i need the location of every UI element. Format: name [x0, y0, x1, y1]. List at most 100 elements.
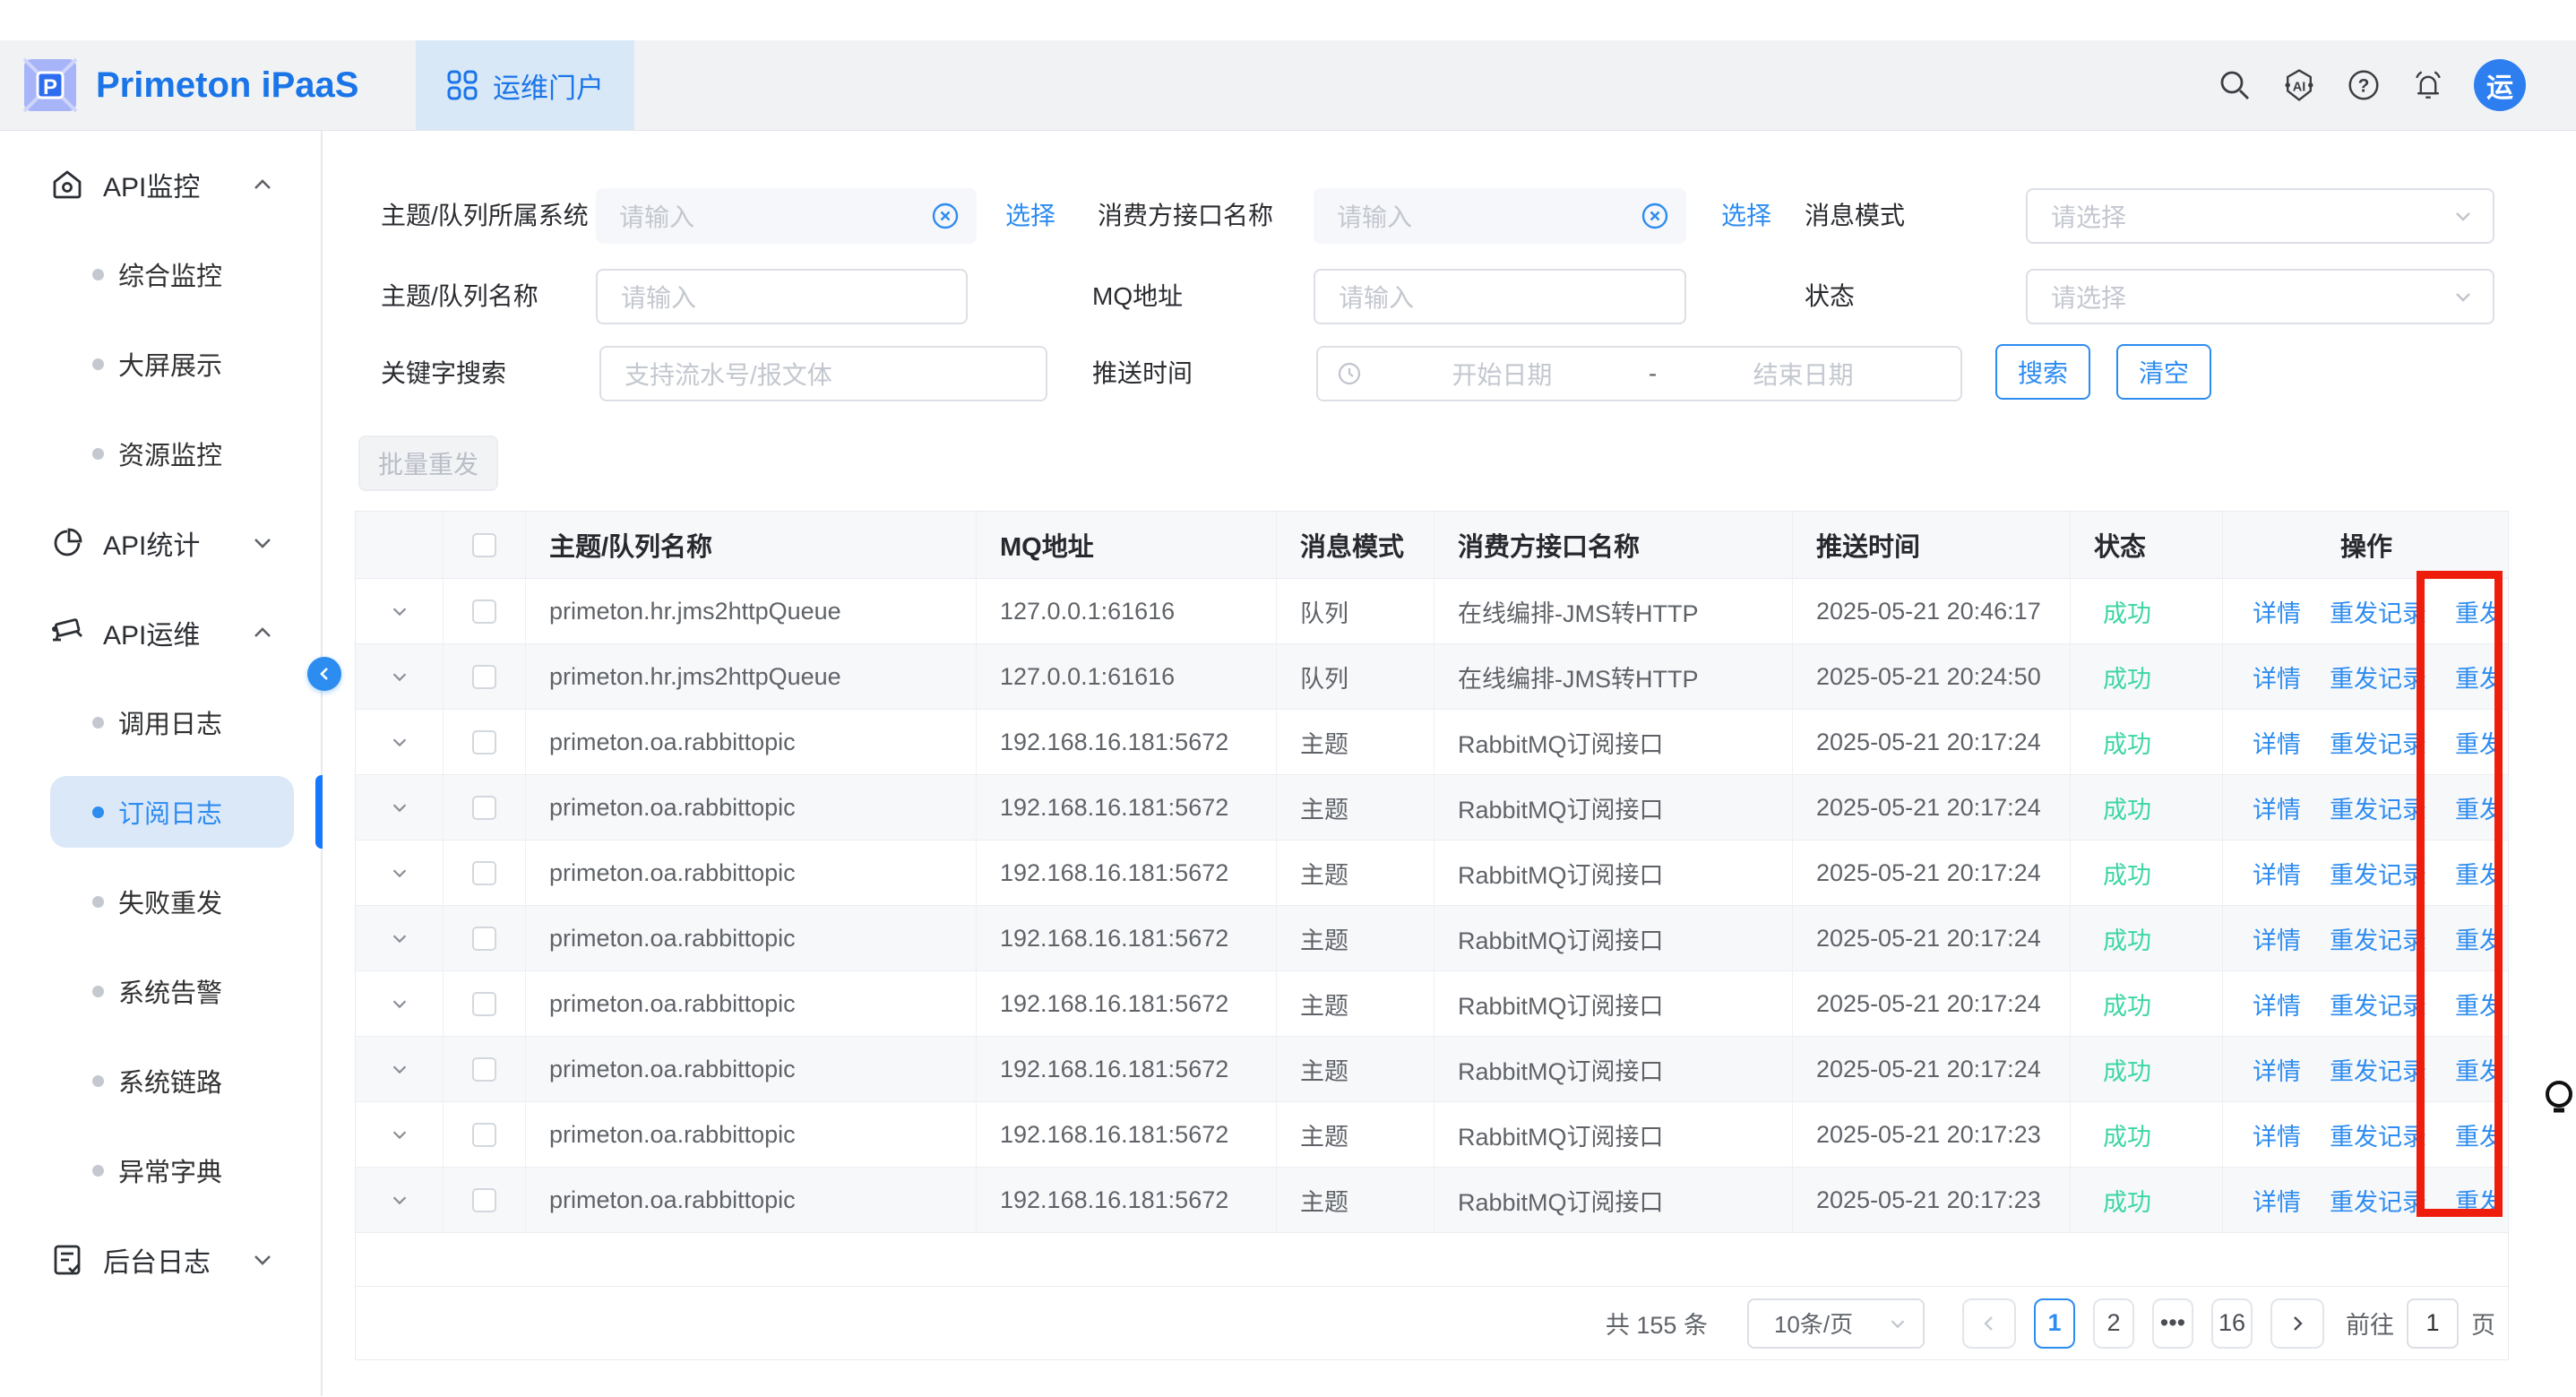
row-expand-cell[interactable]: [356, 775, 444, 840]
detail-link[interactable]: 详情: [2238, 1052, 2315, 1087]
search-icon[interactable]: [2216, 66, 2253, 104]
clear-circle-icon[interactable]: [1640, 201, 1670, 231]
clear-circle-icon[interactable]: [930, 201, 961, 231]
notification-bell-icon[interactable]: [2409, 66, 2447, 104]
page-button-16[interactable]: 16: [2211, 1298, 2253, 1349]
chevron-down-icon: [2451, 285, 2475, 308]
detail-link[interactable]: 详情: [2238, 856, 2315, 891]
row-checkbox[interactable]: [472, 861, 496, 885]
resend-link[interactable]: 重发: [2441, 1183, 2510, 1218]
ai-assistant-icon[interactable]: AI: [2280, 66, 2318, 104]
page-size-select[interactable]: 10条/页: [1747, 1298, 1925, 1349]
row-checkbox[interactable]: [472, 599, 496, 624]
select-all-checkbox[interactable]: [472, 533, 496, 557]
tab-ops-portal[interactable]: 运维门户: [416, 40, 634, 130]
row-expand-cell[interactable]: [356, 841, 444, 905]
resend-record-link[interactable]: 重发记录: [2315, 1052, 2441, 1087]
detail-link[interactable]: 详情: [2238, 725, 2315, 760]
detail-link[interactable]: 详情: [2238, 1117, 2315, 1152]
resend-record-link[interactable]: 重发记录: [2315, 790, 2441, 825]
page-more-button[interactable]: •••: [2152, 1298, 2193, 1349]
resend-link[interactable]: 重发: [2441, 594, 2510, 629]
row-checkbox[interactable]: [472, 665, 496, 689]
row-checkbox[interactable]: [472, 796, 496, 820]
consumer-input[interactable]: 请输入: [1314, 188, 1686, 244]
detail-link[interactable]: 详情: [2238, 790, 2315, 825]
resend-record-link[interactable]: 重发记录: [2315, 725, 2441, 760]
detail-link[interactable]: 详情: [2238, 921, 2315, 956]
resend-link[interactable]: 重发: [2441, 1117, 2510, 1152]
detail-link[interactable]: 详情: [2238, 1183, 2315, 1218]
resend-record-link[interactable]: 重发记录: [2315, 660, 2441, 694]
sidebar-collapse-button[interactable]: [307, 657, 341, 691]
page-button-1[interactable]: 1: [2034, 1298, 2075, 1349]
row-expand-cell[interactable]: [356, 971, 444, 1036]
sidebar-item-api-statistics[interactable]: API统计: [0, 498, 321, 588]
pagination-total: 共 155 条: [1606, 1306, 1708, 1341]
resend-link[interactable]: 重发: [2441, 660, 2510, 694]
cell-mode: 主题: [1277, 971, 1434, 1036]
name-input[interactable]: 请输入: [596, 269, 968, 324]
lightbulb-icon[interactable]: [2539, 1078, 2576, 1121]
detail-link[interactable]: 详情: [2238, 660, 2315, 694]
sidebar-item-api-ops[interactable]: API运维: [0, 588, 321, 677]
resend-link[interactable]: 重发: [2441, 725, 2510, 760]
row-expand-cell[interactable]: [356, 579, 444, 643]
detail-link[interactable]: 详情: [2238, 594, 2315, 629]
row-checkbox-cell: [444, 710, 526, 774]
row-expand-cell[interactable]: [356, 710, 444, 774]
search-button[interactable]: 搜索: [1995, 344, 2090, 400]
sidebar-item-big-screen[interactable]: 大屏展示: [0, 319, 321, 409]
goto-page-input[interactable]: 1: [2407, 1298, 2459, 1349]
resend-record-link[interactable]: 重发记录: [2315, 594, 2441, 629]
next-page-button[interactable]: [2270, 1298, 2324, 1349]
help-icon[interactable]: ?: [2345, 66, 2382, 104]
row-checkbox[interactable]: [472, 992, 496, 1016]
sidebar-item-exception-dict[interactable]: 异常字典: [0, 1125, 321, 1215]
avatar[interactable]: 运: [2474, 59, 2526, 111]
sidebar-item-api-monitor[interactable]: API监控: [0, 140, 321, 229]
resend-link[interactable]: 重发: [2441, 987, 2510, 1022]
resend-record-link[interactable]: 重发记录: [2315, 987, 2441, 1022]
resend-link[interactable]: 重发: [2441, 1052, 2510, 1087]
resend-record-link[interactable]: 重发记录: [2315, 1183, 2441, 1218]
system-input[interactable]: 请输入: [596, 188, 977, 244]
sidebar-item-subscription-log[interactable]: 订阅日志: [0, 767, 321, 857]
consumer-select-link[interactable]: 选择: [1721, 188, 1771, 244]
clear-button[interactable]: 清空: [2116, 344, 2211, 400]
row-checkbox[interactable]: [472, 1188, 496, 1212]
keyword-input[interactable]: 支持流水号/报文体: [599, 346, 1047, 401]
row-checkbox[interactable]: [472, 927, 496, 951]
sidebar-item-backend-log[interactable]: 后台日志: [0, 1215, 321, 1305]
row-expand-cell[interactable]: [356, 1102, 444, 1167]
resend-record-link[interactable]: 重发记录: [2315, 856, 2441, 891]
row-checkbox[interactable]: [472, 1057, 496, 1082]
resend-link[interactable]: 重发: [2441, 921, 2510, 956]
batch-resend-button[interactable]: 批量重发: [358, 435, 498, 491]
system-select-link[interactable]: 选择: [1005, 188, 1055, 244]
sidebar-item-failed-resend[interactable]: 失败重发: [0, 857, 321, 946]
resend-link[interactable]: 重发: [2441, 856, 2510, 891]
status-select[interactable]: 请选择: [2026, 269, 2494, 324]
row-checkbox[interactable]: [472, 730, 496, 755]
row-expand-cell[interactable]: [356, 906, 444, 970]
row-expand-cell[interactable]: [356, 1037, 444, 1101]
sidebar-item-composite-monitor[interactable]: 综合监控: [0, 229, 321, 319]
resend-record-link[interactable]: 重发记录: [2315, 921, 2441, 956]
row-expand-cell[interactable]: [356, 1168, 444, 1232]
sidebar-item-system-link[interactable]: 系统链路: [0, 1036, 321, 1125]
page-button-2[interactable]: 2: [2093, 1298, 2134, 1349]
row-checkbox[interactable]: [472, 1123, 496, 1147]
mq-input[interactable]: 请输入: [1314, 269, 1686, 324]
chevron-down-icon: [2451, 204, 2475, 228]
sidebar-item-call-log[interactable]: 调用日志: [0, 677, 321, 767]
sidebar-item-system-alert[interactable]: 系统告警: [0, 946, 321, 1036]
row-expand-cell[interactable]: [356, 644, 444, 709]
sidebar-item-resource-monitor[interactable]: 资源监控: [0, 409, 321, 498]
resend-record-link[interactable]: 重发记录: [2315, 1117, 2441, 1152]
prev-page-button[interactable]: [1962, 1298, 2016, 1349]
detail-link[interactable]: 详情: [2238, 987, 2315, 1022]
mode-select[interactable]: 请选择: [2026, 188, 2494, 244]
push-time-range-picker[interactable]: 开始日期 - 结束日期: [1316, 346, 1962, 401]
resend-link[interactable]: 重发: [2441, 790, 2510, 825]
